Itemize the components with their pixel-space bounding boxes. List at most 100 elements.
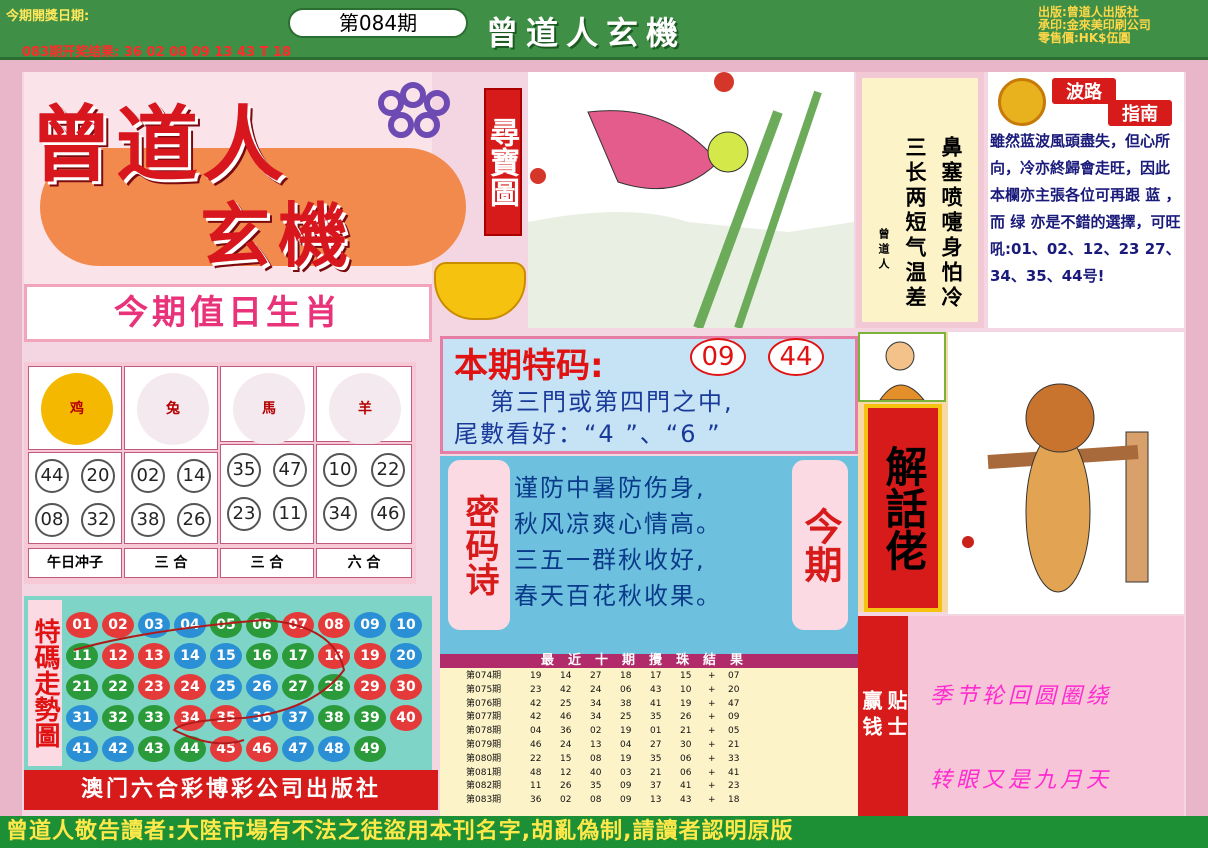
poem-line-1: 鼻塞喷嚏身怕冷 — [939, 136, 963, 311]
price-line: 零售價:HK$伍圓 — [1038, 31, 1131, 45]
history-cell: 24 — [590, 684, 602, 695]
history-cell: 36 — [560, 726, 572, 737]
history-cell: 03 — [620, 767, 632, 778]
number-ball: 02 — [131, 459, 165, 493]
tips-label: 贴士 — [884, 616, 908, 816]
history-cell: 20 — [728, 684, 740, 695]
history-cell: 48 — [530, 767, 542, 778]
history-cell: + — [708, 740, 716, 750]
history-cell: 47 — [728, 698, 740, 709]
history-cell: 46 — [560, 712, 572, 723]
history-cell: 06 — [680, 753, 692, 764]
code-poem-line: 谨防中暑防伤身, — [514, 474, 706, 502]
number-ball: 38 — [131, 503, 165, 537]
history-cell: 23 — [530, 684, 542, 695]
history-cell: 30 — [680, 740, 692, 750]
history-row: 第076期 42 25 34 38 41 19 +47 — [466, 698, 846, 710]
number-ball: 44 — [35, 459, 69, 493]
history-cell: 21 — [680, 726, 692, 737]
history-cell: 34 — [590, 712, 602, 723]
history-cell: 22 — [530, 753, 542, 764]
special-code-hint-1: 第三門或第四門之中, — [490, 388, 734, 416]
history-cell: 42 — [530, 712, 542, 723]
zodiac-rabbit: 兔 — [124, 366, 218, 450]
history-cell: 38 — [620, 698, 632, 709]
history-row: 第079期 46 24 13 04 27 30 +21 — [466, 739, 846, 751]
history-cell: 02 — [590, 726, 602, 737]
history-cell: 35 — [650, 753, 662, 764]
history-cell: + — [708, 712, 716, 723]
tips-line-1: 季节轮回圆圈绕 — [930, 684, 1113, 709]
history-row: 第074期 19 14 27 18 17 15 +07 — [466, 670, 846, 682]
history-cell: 15 — [680, 671, 692, 681]
history-cell: 09 — [620, 795, 632, 806]
history-row: 第083期 36 02 08 09 13 43 +18 — [466, 794, 846, 806]
history-cell: 第075期 — [466, 684, 502, 695]
history-cell: 17 — [650, 671, 662, 681]
history-cell: 19 — [620, 726, 632, 737]
history-cell: 21 — [650, 767, 662, 778]
history-cell: 第078期 — [466, 726, 502, 737]
history-cell: 06 — [680, 767, 692, 778]
rooster-numbers: 44 20 08 32 — [28, 452, 122, 544]
code-poem-line: 春天百花秋收果。 — [514, 582, 722, 610]
number-ball: 14 — [177, 459, 211, 493]
history-heading: 最近十期攪珠結果 — [440, 654, 858, 668]
treasure-map-tag: 尋寶圖 — [484, 88, 522, 236]
history-row: 第080期 22 15 08 19 35 06 +33 — [466, 753, 846, 765]
number-ball: 26 — [177, 503, 211, 537]
number-ball: 34 — [323, 497, 357, 531]
history-cell: 第082期 — [466, 781, 502, 792]
horse-numbers: 35 47 23 11 — [220, 444, 314, 544]
masthead-title: 曾道人玄機 — [486, 14, 687, 52]
number-ball: 10 — [323, 453, 357, 487]
goat-icon: 羊 — [329, 373, 401, 445]
macau-publisher: 澳门六合彩博彩公司出版社 — [24, 770, 438, 810]
history-cell: 01 — [650, 726, 662, 737]
history-cell: 42 — [530, 698, 542, 709]
history-cell: 43 — [650, 684, 662, 695]
history-row: 第075期 23 42 24 06 43 10 +20 — [466, 684, 846, 696]
man-illustration — [858, 332, 946, 402]
lion-drawing — [962, 383, 1149, 593]
history-cell: 04 — [530, 726, 542, 737]
history-cell: 36 — [530, 795, 542, 806]
trend-chart-title: 特碼走勢圖 — [28, 600, 62, 766]
code-poem-text: 谨防中暑防伤身, 秋风凉爽心情高。 三五一群秋收好, 春天百花秋收果。 — [514, 470, 786, 614]
history-cell: 第083期 — [466, 795, 502, 806]
history-cell: 43 — [680, 795, 692, 806]
special-number: 44 — [768, 338, 824, 376]
history-row: 第078期 04 36 02 19 01 21 +05 — [466, 725, 846, 737]
guide-body: 雖然蓝波風頭盡失，但心所向，冷亦終歸會走旺，因此本欄亦主張各位可再跟 蓝 ，而 … — [990, 132, 1181, 231]
special-code-title: 本期特码: — [454, 346, 604, 386]
reader-notice: 曾道人敬告讀者:大陸市場有不法之徒盜用本刊名字,胡亂偽制,請讀者認明原版 — [0, 816, 1208, 848]
history-cell: 08 — [590, 795, 602, 806]
history-cell: + — [708, 671, 716, 681]
history-cell: 18 — [728, 795, 740, 806]
vertical-poem: 鼻塞喷嚏身怕冷 三长两短气温差 曾道人 — [856, 72, 984, 328]
zodiac-heading: 今期值日生肖 — [24, 284, 432, 342]
number-ball: 20 — [81, 459, 115, 493]
history-row: 第081期 48 12 40 03 21 06 +41 — [466, 767, 846, 779]
history-cell: 18 — [620, 671, 632, 681]
rings-icon — [378, 82, 478, 150]
history-cell: 15 — [560, 753, 572, 764]
history-cell: 35 — [650, 712, 662, 723]
bird-illustration — [528, 72, 854, 330]
history-cell: 41 — [680, 781, 692, 792]
history-cell: + — [708, 753, 716, 764]
zodiac-horse: 馬 — [220, 366, 314, 445]
rabbit-icon: 兔 — [137, 373, 209, 445]
zodiac-grid: 鸡 兔 馬 羊 44 20 08 32 02 14 38 26 35 47 23… — [24, 362, 416, 584]
number-ball: 35 — [227, 453, 261, 487]
zodiac-label: 三 合 — [220, 548, 314, 578]
history-cell: 05 — [728, 726, 740, 737]
zodiac-label: 午日冲子 — [28, 548, 122, 578]
special-number: 09 — [690, 338, 746, 376]
history-cell: 25 — [620, 712, 632, 723]
history-cell: 41 — [650, 698, 662, 709]
top-border — [22, 60, 1186, 72]
history-cell: 09 — [620, 781, 632, 792]
number-ball: 47 — [273, 453, 307, 487]
number-ball: 08 — [35, 503, 69, 537]
